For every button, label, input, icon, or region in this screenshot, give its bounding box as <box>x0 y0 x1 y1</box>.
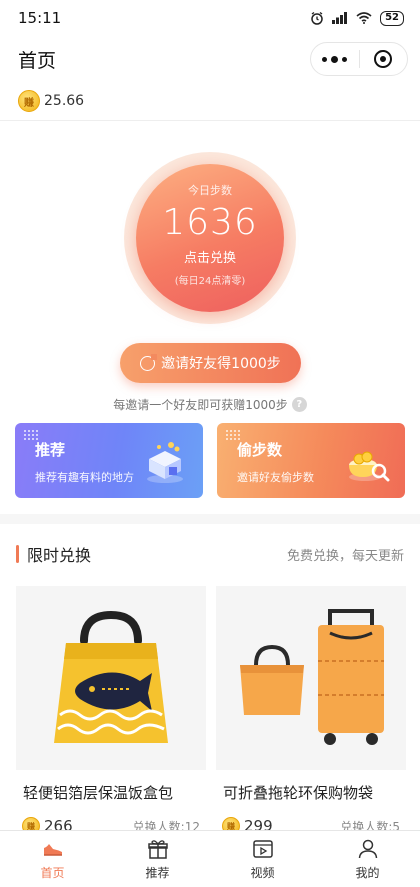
limited-exchange-header: 限时兑换 免费兑换，每天更新 <box>16 542 404 566</box>
shoe-icon <box>43 844 62 856</box>
tab-label: 首页 <box>40 866 65 880</box>
navigation-bar: 首页 <box>0 36 420 82</box>
tab-home[interactable]: 首页 <box>0 831 105 887</box>
battery-indicator: 52 <box>380 10 404 26</box>
status-icons: 52 <box>310 10 404 26</box>
section-divider <box>0 514 420 524</box>
limited-title-text: 限时兑换 <box>27 546 92 565</box>
video-icon <box>252 840 273 858</box>
steps-value: 1636 <box>162 201 258 243</box>
invite-tip-text: 每邀请一个好友即可获赠1000步 <box>113 398 288 412</box>
signal-icon <box>332 12 348 24</box>
steps-ring: 今日步数 1636 点击兑换 (每日24点清零) <box>124 152 296 324</box>
shopping-trolley-bag-image <box>240 609 384 745</box>
steps-exchange-button[interactable]: 今日步数 1636 点击兑换 (每日24点清零) <box>136 164 284 312</box>
user-icon <box>358 839 377 859</box>
lunch-bag-image <box>54 610 168 743</box>
divider <box>0 120 420 121</box>
product-image-shopping-bag <box>216 586 406 770</box>
tab-label: 我的 <box>355 866 380 880</box>
more-menu-button[interactable] <box>311 43 359 75</box>
accent-bar <box>16 545 19 563</box>
recommend-card[interactable]: 推荐 推荐有趣有料的地方 <box>15 423 203 498</box>
section-title: 限时兑换 <box>16 542 91 566</box>
tab-bar: 首页 推荐 视频 我的 <box>0 830 420 887</box>
wifi-icon <box>356 12 372 24</box>
gift-icon <box>147 840 168 859</box>
miniprogram-capsule <box>310 42 408 76</box>
help-icon[interactable]: ? <box>291 397 307 412</box>
steps-label: 今日步数 <box>188 183 232 197</box>
close-miniprogram-button[interactable] <box>359 43 407 75</box>
steps-action-label: 点击兑换 <box>183 250 236 266</box>
product-name: 轻便铝箔层保温饭盒包 <box>23 784 174 802</box>
tab-video[interactable]: 视频 <box>210 831 315 887</box>
refresh-icon <box>140 353 158 371</box>
invite-button-label: 邀请好友得1000步 <box>161 356 281 372</box>
invite-tip: 每邀请一个好友即可获赠1000步 ? <box>0 396 420 413</box>
status-bar: 15:11 52 <box>0 0 420 36</box>
tab-profile[interactable]: 我的 <box>315 831 420 887</box>
product-card[interactable]: 可折叠拖轮环保购物袋 赚 299 兑换人数:5 <box>216 586 406 835</box>
product-card[interactable]: 轻便铝箔层保温饭盒包 赚 266 兑换人数:12 <box>16 586 206 835</box>
limited-subtitle: 免费兑换，每天更新 <box>286 548 404 564</box>
alarm-icon <box>311 11 323 25</box>
target-close-icon <box>374 50 393 68</box>
coin-balance[interactable]: 赚 25.66 <box>18 90 84 112</box>
more-dots-icon <box>322 56 328 62</box>
store-icon <box>147 442 183 483</box>
product-image-lunch-bag <box>16 586 206 770</box>
tab-label: 视频 <box>250 866 275 880</box>
status-time: 15:11 <box>18 9 62 27</box>
steps-reset-note: (每日24点清零) <box>174 275 246 287</box>
steal-steps-card[interactable]: 偷步数 邀请好友偷步数 <box>217 423 405 498</box>
decor-dots <box>225 429 241 441</box>
decor-dots <box>23 429 39 441</box>
coin-balance-value: 25.66 <box>44 93 85 109</box>
tab-label: 推荐 <box>145 866 170 880</box>
product-name: 可折叠拖轮环保购物袋 <box>223 784 374 802</box>
invite-friends-button[interactable]: 邀请好友得1000步 <box>120 343 301 383</box>
page-title: 首页 <box>18 49 57 72</box>
coin-bowl-icon <box>349 451 390 482</box>
tab-recommend[interactable]: 推荐 <box>105 831 210 887</box>
coin-icon: 赚 <box>18 90 40 112</box>
